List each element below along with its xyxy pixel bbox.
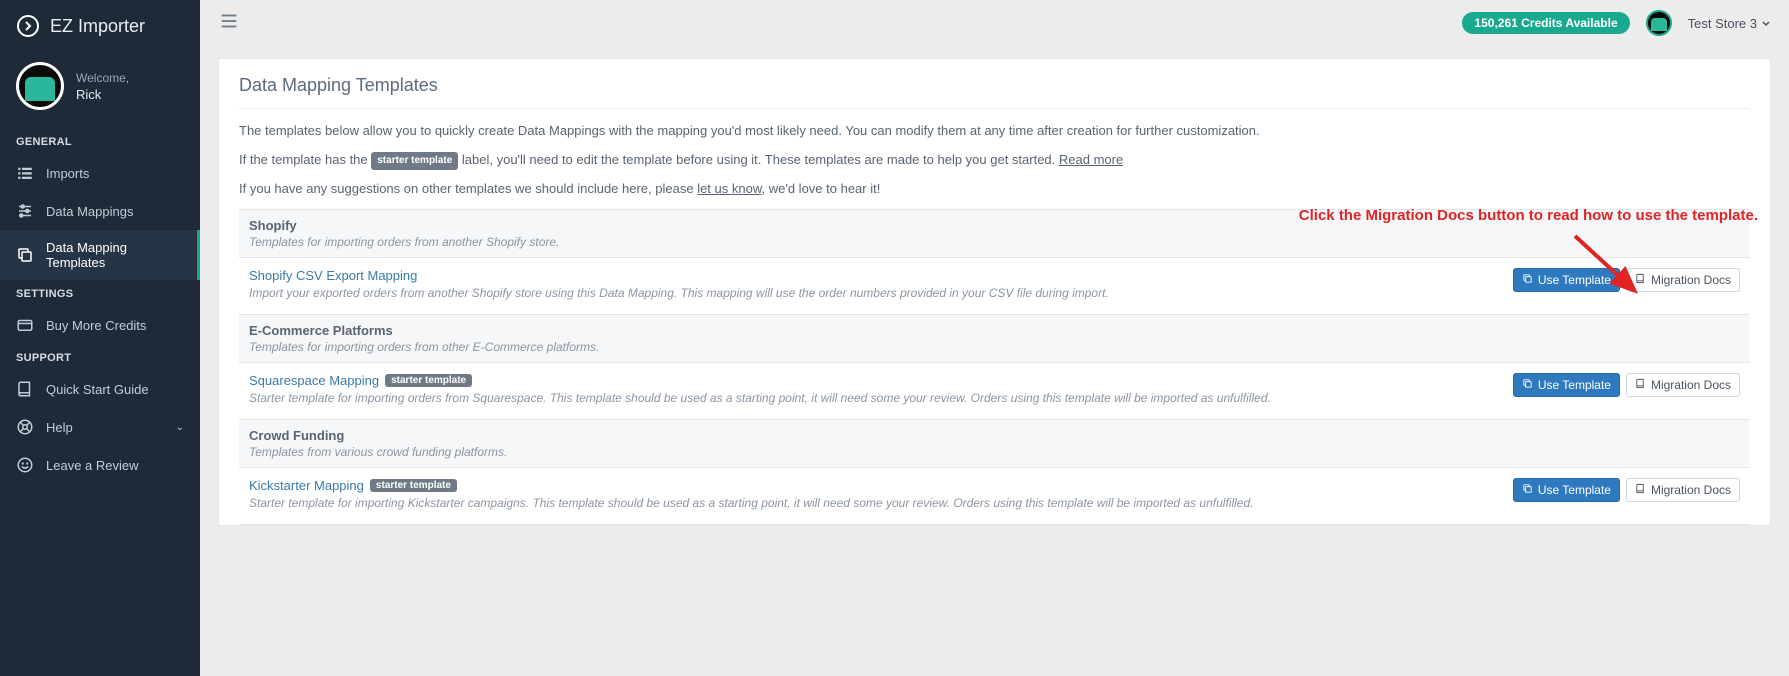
book-icon [16,380,34,398]
nav-label: Help [46,420,73,435]
content-panel: Data Mapping Templates The templates bel… [218,58,1771,526]
let-us-know-link[interactable]: let us know [697,181,761,196]
template-actions: Use TemplateMigration Docs [1513,478,1740,502]
intro-text-3: If you have any suggestions on other tem… [239,179,1750,200]
avatar[interactable] [16,62,64,110]
group-title: E-Commerce Platforms [249,323,1740,338]
template-row: Shopify CSV Export Mapping Import your e… [239,258,1750,315]
template-row: Kickstarter Mapping starter template Star… [239,468,1750,525]
group-desc: Templates from various crowd funding pla… [249,445,1740,459]
copy-icon [1522,483,1533,497]
nav-item-data-mappings[interactable]: Data Mappings [0,192,200,230]
template-title[interactable]: Kickstarter Mapping starter template [249,478,1253,493]
hamburger-icon [218,10,240,32]
migration-docs-button[interactable]: Migration Docs [1626,268,1740,292]
intro-text-1: The templates below allow you to quickly… [239,121,1750,142]
nav-label: Leave a Review [46,458,139,473]
intro-text-2: If the template has the starter template… [239,150,1750,171]
migration-docs-button[interactable]: Migration Docs [1626,478,1740,502]
top-avatar[interactable] [1646,10,1672,36]
brand[interactable]: EZ Importer [0,0,200,52]
app-logo-icon [16,14,40,38]
template-info: Kickstarter Mapping starter template Star… [249,478,1253,512]
group-title: Shopify [249,218,1740,233]
sliders-icon [16,202,34,220]
divider [239,108,1750,109]
template-desc: Import your exported orders from another… [249,285,1109,302]
profile-block: Welcome, Rick [0,52,200,128]
sidebar: EZ Importer Welcome, Rick GENERAL Import… [0,0,200,676]
nav-label: Buy More Credits [46,318,146,333]
store-dropdown[interactable]: Test Store 3 [1688,16,1771,31]
starter-badge: starter template [370,479,457,492]
nav-item-quick-start[interactable]: Quick Start Guide [0,370,200,408]
starter-badge-inline: starter template [371,152,458,170]
nav-section-support: SUPPORT [0,344,200,370]
group-header: Shopify Templates for importing orders fr… [239,210,1750,258]
nav-item-data-mapping-templates[interactable]: Data Mapping Templates [0,230,200,280]
nav-section-general: GENERAL [0,128,200,154]
template-title[interactable]: Squarespace Mapping starter template [249,373,1271,388]
menu-toggle-button[interactable] [218,10,240,37]
page-title: Data Mapping Templates [239,75,1750,96]
migration-docs-button[interactable]: Migration Docs [1626,373,1740,397]
nav-label: Data Mapping Templates [46,240,184,270]
template-title[interactable]: Shopify CSV Export Mapping [249,268,1109,283]
chevron-down-icon: ⌄ [176,422,184,433]
template-row: Squarespace Mapping starter template Star… [239,363,1750,420]
chevron-down-icon [1761,18,1771,28]
starter-badge: starter template [385,374,472,387]
nav-item-review[interactable]: Leave a Review [0,446,200,484]
copy-icon [16,246,34,264]
group-header: E-Commerce Platforms Templates for import… [239,315,1750,363]
template-info: Shopify CSV Export Mapping Import your e… [249,268,1109,302]
template-actions: Use TemplateMigration Docs [1513,373,1740,397]
book-icon [1635,273,1646,287]
nav-section-settings: SETTINGS [0,280,200,306]
main-area: 150,261 Credits Available Test Store 3 D… [200,0,1789,676]
welcome-text: Welcome, [76,71,129,85]
nav-item-help[interactable]: Help ⌄ [0,408,200,446]
group-title: Crowd Funding [249,428,1740,443]
nav-label: Quick Start Guide [46,382,149,397]
brand-label: EZ Importer [50,16,145,37]
copy-icon [1522,378,1533,392]
book-icon [1635,483,1646,497]
life-ring-icon [16,418,34,436]
use-template-button[interactable]: Use Template [1513,478,1620,502]
topbar: 150,261 Credits Available Test Store 3 [200,0,1789,46]
group-header: Crowd Funding Templates from various crow… [239,420,1750,468]
template-desc: Starter template for importing Kickstart… [249,495,1253,512]
smile-icon [16,456,34,474]
template-groups: Shopify Templates for importing orders fr… [239,209,1750,524]
copy-icon [1522,273,1533,287]
use-template-button[interactable]: Use Template [1513,373,1620,397]
book-icon [1635,378,1646,392]
group-desc: Templates for importing orders from othe… [249,340,1740,354]
credit-card-icon [16,316,34,334]
read-more-link[interactable]: Read more [1059,152,1123,167]
nav-label: Data Mappings [46,204,133,219]
template-actions: Use TemplateMigration Docs [1513,268,1740,292]
nav-item-imports[interactable]: Imports [0,154,200,192]
store-name-label: Test Store 3 [1688,16,1757,31]
group-desc: Templates for importing orders from anot… [249,235,1740,249]
nav-label: Imports [46,166,89,181]
username: Rick [76,87,129,102]
credits-badge[interactable]: 150,261 Credits Available [1462,12,1629,34]
template-info: Squarespace Mapping starter template Star… [249,373,1271,407]
nav-item-buy-credits[interactable]: Buy More Credits [0,306,200,344]
list-icon [16,164,34,182]
use-template-button[interactable]: Use Template [1513,268,1620,292]
template-desc: Starter template for importing orders fr… [249,390,1271,407]
